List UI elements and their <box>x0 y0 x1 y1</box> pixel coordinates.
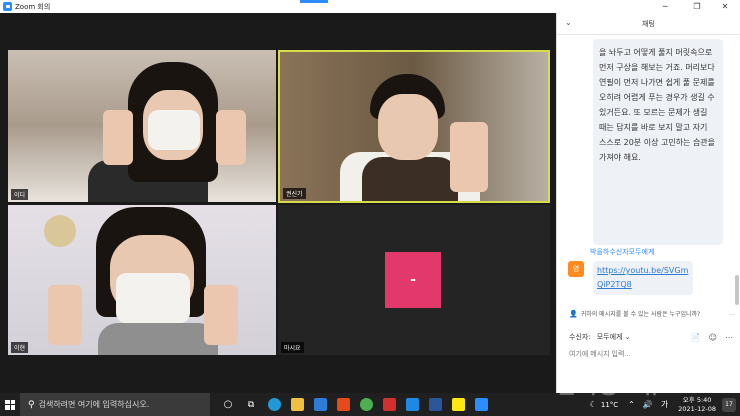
notification-center-button[interactable]: 17 <box>722 397 736 412</box>
window-title: Zoom 회의 <box>15 2 51 11</box>
file-icon[interactable]: 📄 <box>691 333 701 342</box>
tray-overflow-icon[interactable]: ⌃ <box>628 400 635 409</box>
search-placeholder: 검색하려면 여기에 입력하십시오. <box>38 400 150 409</box>
app-icon[interactable] <box>379 393 399 416</box>
wall-decoration-icon <box>44 215 76 247</box>
recipient-row: 수신자: 모두에게 ⌄ 📄 ☺ ⋯ <box>569 331 739 343</box>
office-icon[interactable] <box>333 393 353 416</box>
participant-face <box>378 94 438 160</box>
ime-indicator[interactable]: 가 <box>661 399 668 410</box>
more-icon[interactable]: … <box>729 310 735 317</box>
peace-sign-hand-right <box>216 110 246 165</box>
screen: Zoom 회의 ─ ❐ ✕ 이디 권신기 이현 - 마시요 ⌄ 채팅 을 놔두고… <box>0 0 740 416</box>
emoji-icon[interactable]: ☺ <box>709 333 717 342</box>
peace-sign-hand <box>450 122 488 192</box>
chat-sender-line: 박을하수신자모두에게 <box>590 248 655 256</box>
participant-name: 이현 <box>11 342 29 353</box>
participant-name: 권신기 <box>283 188 306 199</box>
store-icon[interactable] <box>310 393 330 416</box>
face-mask <box>148 110 200 150</box>
title-bar: Zoom 회의 ─ ❐ ✕ <box>0 0 740 13</box>
participant-tile-2-active-speaker[interactable]: 권신기 <box>278 50 550 203</box>
chat-visibility-notice: 👤 귀하의 메시지를 볼 수 있는 사람은 누구입니까? … <box>569 309 739 319</box>
recipient-label: 수신자: <box>569 333 591 341</box>
kakaotalk-icon[interactable] <box>448 393 468 416</box>
edge-icon[interactable] <box>264 393 284 416</box>
chat-panel: ⌄ 채팅 을 놔두고 어떻게 풀지 머릿속으로 먼저 구상을 해보는 거죠. 머… <box>556 13 740 393</box>
clock-date: 2021-12-08 <box>678 404 716 413</box>
start-button[interactable] <box>0 393 20 416</box>
person-icon: 👤 <box>569 309 578 318</box>
chat-message: 을 놔두고 어떻게 풀지 머릿속으로 먼저 구상을 해보는 거죠. 머리보다 연… <box>593 39 723 245</box>
recipient-select[interactable]: 모두에게 ⌄ <box>597 332 631 342</box>
weather-icon[interactable]: ☾ <box>590 400 597 409</box>
participant-name: 마시요 <box>281 342 304 353</box>
face-mask <box>116 273 190 323</box>
chat-header: ⌄ 채팅 <box>557 13 740 35</box>
participant-tile-4[interactable]: - 마시요 <box>278 205 550 355</box>
cortana-icon[interactable]: ○ <box>218 393 238 416</box>
participant-vest <box>362 157 458 201</box>
clock-time: 오후 5:40 <box>682 395 712 404</box>
more-options-icon[interactable]: ⋯ <box>725 333 733 342</box>
chat-link[interactable]: https://youtu.be/SVGmQiP2TQ8 <box>593 261 693 295</box>
minimize-button[interactable]: ─ <box>650 0 680 13</box>
chat-title: 채팅 <box>642 19 655 28</box>
taskbar-search[interactable]: ⚲ 검색하려면 여기에 입력하십시오. <box>20 393 210 416</box>
chat-input[interactable] <box>569 347 733 361</box>
taskbar-apps: ○ ⧉ <box>218 393 491 416</box>
sender-avatar: 영 <box>568 261 584 277</box>
watermark: 한국공보뉴스 <box>556 374 684 399</box>
close-button[interactable]: ✕ <box>710 0 740 13</box>
clock[interactable]: 오후 5:40 2021-12-08 <box>678 396 716 414</box>
vscode-icon[interactable] <box>402 393 422 416</box>
chrome-icon[interactable] <box>356 393 376 416</box>
volume-icon[interactable]: 🔊 <box>643 400 653 409</box>
video-gallery: 이디 권신기 이현 - 마시요 <box>0 13 556 393</box>
task-view-icon[interactable]: ⧉ <box>241 393 261 416</box>
temperature[interactable]: 11°C <box>601 401 618 409</box>
file-explorer-icon[interactable] <box>287 393 307 416</box>
word-icon[interactable] <box>425 393 445 416</box>
windows-logo-icon <box>5 399 15 410</box>
peace-sign-hand-right <box>204 285 238 345</box>
participant-name: 이디 <box>11 189 29 200</box>
participant-avatar: - <box>385 252 441 308</box>
meeting-control-handle[interactable] <box>300 0 328 3</box>
search-icon: ⚲ <box>28 399 35 410</box>
chat-scrollbar[interactable] <box>735 275 739 305</box>
participant-body <box>98 323 218 355</box>
peace-sign-hand-left <box>103 110 133 165</box>
zoom-icon[interactable] <box>471 393 491 416</box>
chevron-down-icon[interactable]: ⌄ <box>565 18 572 27</box>
participant-tile-3[interactable]: 이현 <box>8 205 276 355</box>
zoom-logo-icon <box>3 2 12 11</box>
notice-text: 귀하의 메시지를 볼 수 있는 사람은 누구입니까? <box>580 311 701 318</box>
participant-tile-1[interactable]: 이디 <box>8 50 276 202</box>
maximize-button[interactable]: ❐ <box>682 0 712 13</box>
peace-sign-hand-left <box>48 285 82 345</box>
